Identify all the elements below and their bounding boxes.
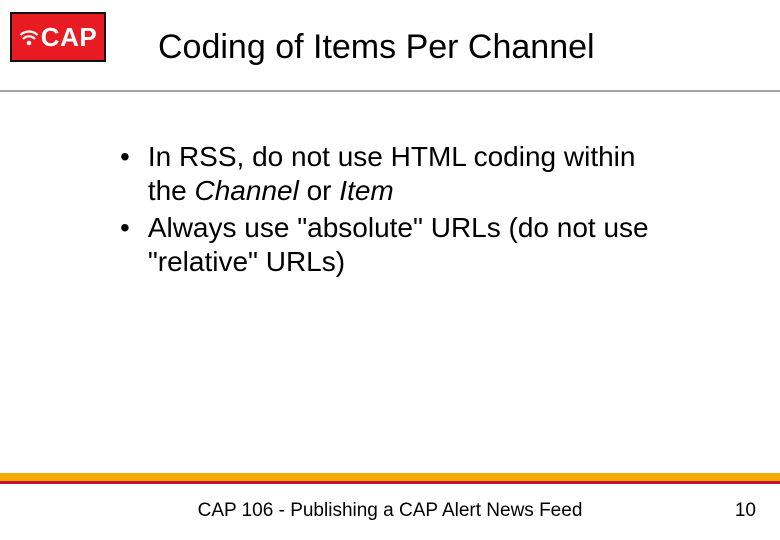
bullet-text: In RSS, do not use HTML coding within th… (148, 140, 660, 207)
header: CAP Coding of Items Per Channel (0, 0, 780, 92)
broadcast-icon (19, 27, 39, 47)
content-area: • In RSS, do not use HTML coding within … (0, 92, 780, 278)
slide-title: Coding of Items Per Channel (158, 28, 595, 67)
bullet-text-italic: Item (339, 175, 393, 206)
bullet-text-segment: or (299, 175, 339, 206)
logo-text: CAP (41, 22, 97, 53)
cap-logo: CAP (10, 12, 106, 62)
bullet-marker: • (120, 140, 130, 174)
page-number: 10 (735, 500, 756, 522)
bullet-marker: • (120, 211, 130, 245)
bullet-text-segment: Always use "absolute" URLs (do not use "… (148, 212, 649, 277)
bullet-text-italic: Channel (195, 175, 299, 206)
bullet-text: Always use "absolute" URLs (do not use "… (148, 211, 660, 278)
bullet-item: • In RSS, do not use HTML coding within … (120, 140, 660, 207)
footer-text: CAP 106 - Publishing a CAP Alert News Fe… (0, 500, 780, 522)
footer-divider (0, 473, 780, 485)
bullet-item: • Always use "absolute" URLs (do not use… (120, 211, 660, 278)
